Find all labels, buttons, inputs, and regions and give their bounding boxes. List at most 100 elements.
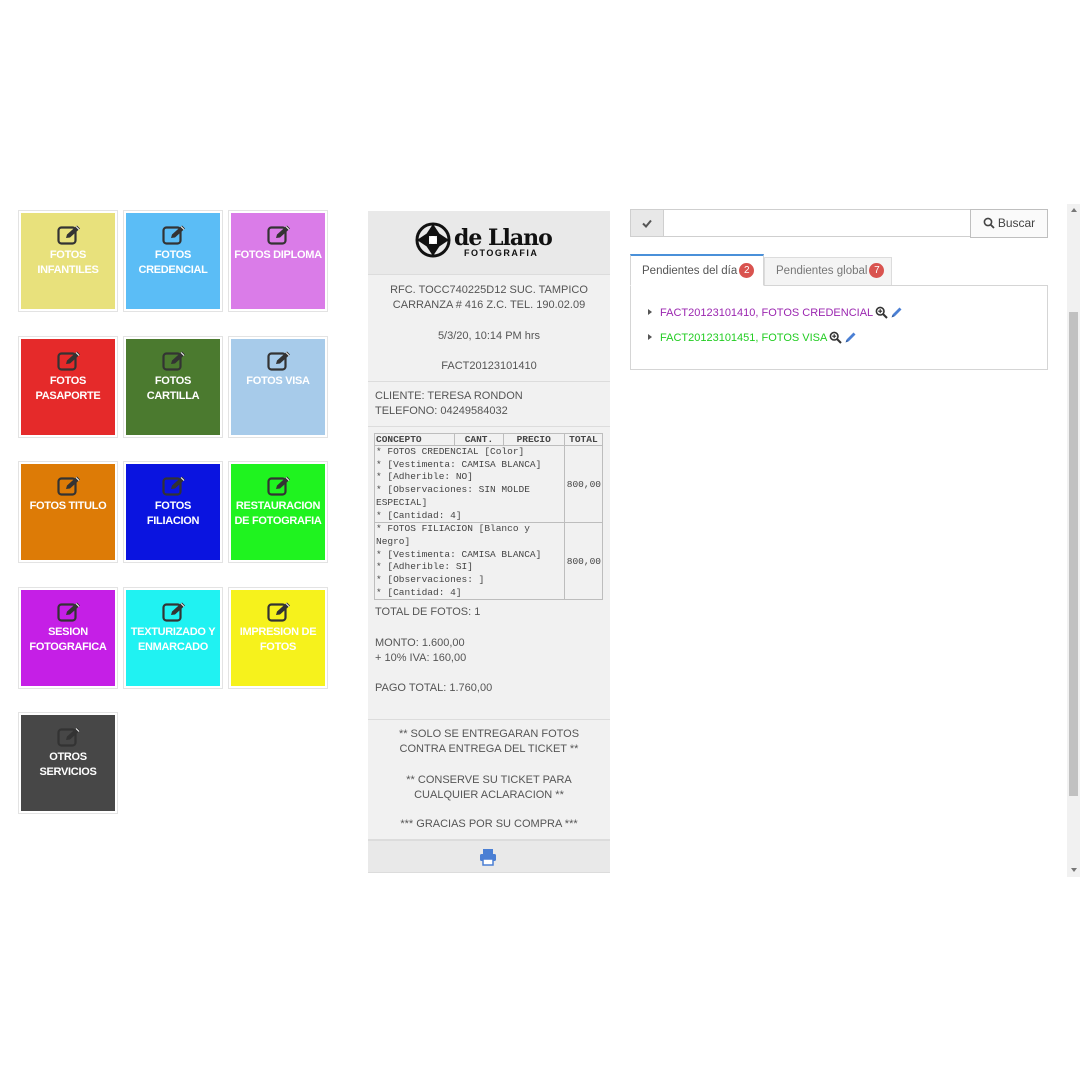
scrollbar-thumb[interactable] bbox=[1069, 312, 1078, 796]
service-tile[interactable]: FOTOS INFANTILES bbox=[19, 211, 117, 311]
search-button[interactable]: Buscar bbox=[970, 209, 1048, 238]
table-header-row: CONCEPTO CANT. PRECIO TOTAL bbox=[373, 433, 604, 446]
pencil-icon[interactable] bbox=[844, 331, 857, 344]
monto: MONTO: 1.600,00 bbox=[375, 637, 465, 649]
edit-icon bbox=[57, 224, 83, 246]
service-tile[interactable]: IMPRESION DE FOTOS bbox=[229, 587, 327, 688]
table-row: * FOTOS FILIACION [Blanco y Negro] * [Ves… bbox=[374, 522, 604, 601]
item-line: * [Observaciones: ] bbox=[376, 574, 485, 586]
header-concepto: CONCEPTO bbox=[373, 433, 456, 446]
scroll-down-arrow[interactable] bbox=[1071, 868, 1077, 872]
print-icon[interactable] bbox=[479, 848, 497, 866]
item-line: * [Adherible: NO] bbox=[376, 471, 473, 483]
zoom-icon[interactable] bbox=[875, 306, 888, 319]
edit-icon bbox=[162, 350, 188, 372]
delivery-note: ** SOLO SE ENTREGARAN FOTOS CONTRA ENTRE… bbox=[398, 728, 580, 755]
search-button-label: Buscar bbox=[997, 216, 1036, 230]
count-badge: 2 bbox=[739, 263, 755, 278]
edit-icon bbox=[162, 601, 188, 623]
pending-item-text[interactable]: FACT20123101410, FOTOS CREDENCIAL bbox=[660, 307, 873, 319]
count-badge: 7 bbox=[869, 263, 885, 278]
service-label: SESION FOTOGRAFICA bbox=[29, 625, 107, 653]
scroll-up-arrow[interactable] bbox=[1071, 208, 1077, 212]
item-description: * FOTOS CREDENCIAL [Color] * [Vestimenta:… bbox=[374, 444, 565, 524]
service-label: FOTOS PASAPORTE bbox=[35, 374, 101, 402]
service-label: OTROS SERVICIOS bbox=[39, 751, 97, 778]
ticket-folio: FACT20123101410 bbox=[441, 360, 537, 372]
item-line: * [Adherible: SI] bbox=[376, 561, 473, 573]
edit-icon bbox=[57, 726, 83, 748]
zoom-icon[interactable] bbox=[829, 331, 843, 344]
brand-subtitle: FOTOGRAFIA bbox=[464, 248, 539, 258]
edit-icon bbox=[57, 475, 83, 497]
edit-icon bbox=[57, 601, 83, 623]
edit-icon bbox=[267, 601, 293, 623]
service-tile[interactable]: TEXTURIZADO Y ENMARCADO bbox=[124, 587, 222, 688]
edit-icon bbox=[267, 224, 293, 246]
pencil-icon[interactable] bbox=[890, 306, 903, 319]
service-label: FOTOS TITULO bbox=[29, 500, 107, 512]
client-name: CLIENTE: TERESA RONDON bbox=[375, 390, 523, 402]
print-bar bbox=[368, 840, 610, 873]
service-tile[interactable]: FOTOS TITULO bbox=[19, 462, 117, 562]
search-input[interactable] bbox=[664, 209, 971, 237]
check-button[interactable] bbox=[630, 209, 664, 237]
edit-icon bbox=[162, 475, 188, 497]
tab-label: Pendientes global bbox=[776, 265, 868, 277]
check-icon bbox=[642, 219, 652, 228]
search-icon bbox=[983, 217, 995, 229]
header-precio: PRECIO bbox=[502, 433, 565, 446]
header-total: TOTAL bbox=[563, 433, 604, 446]
pago-total: PAGO TOTAL: 1.760,00 bbox=[375, 682, 493, 694]
service-tile[interactable]: FOTOS CARTILLA bbox=[124, 336, 222, 437]
ticket-header: RFC. TOCC740225D12 SUC. TAMPICO CARRANZA… bbox=[368, 275, 610, 382]
item-total: 800,00 bbox=[563, 522, 604, 601]
ticket-datetime: 5/3/20, 10:14 PM hrs bbox=[437, 330, 541, 342]
pending-list: FACT20123101410, FOTOS CREDENCIAL FACT201… bbox=[630, 285, 1048, 370]
pending-item-text[interactable]: FACT20123101451, FOTOS VISA bbox=[660, 332, 827, 344]
service-tile[interactable]: OTROS SERVICIOS bbox=[19, 713, 117, 813]
service-tile[interactable]: FOTOS CREDENCIAL bbox=[124, 211, 222, 311]
service-tile[interactable]: FOTOS DIPLOMA bbox=[229, 211, 327, 311]
service-label: FOTOS FILIACION bbox=[146, 500, 200, 527]
camera-shutter-logo bbox=[415, 222, 451, 258]
service-label: IMPRESION DE FOTOS bbox=[239, 625, 317, 653]
service-tile[interactable]: FOTOS FILIACION bbox=[124, 462, 222, 562]
ticket-logo: de Llano FOTOGRAFIA bbox=[368, 211, 610, 275]
edit-icon bbox=[162, 224, 188, 246]
service-tile[interactable]: SESION FOTOGRAFICA bbox=[19, 587, 117, 688]
edit-icon bbox=[267, 350, 293, 372]
list-item[interactable]: FACT20123101410, FOTOS CREDENCIAL bbox=[648, 306, 903, 319]
service-tile[interactable]: FOTOS VISA bbox=[229, 336, 327, 437]
tab-pendientes-global[interactable]: Pendientes global 7 bbox=[764, 257, 892, 286]
edit-icon bbox=[57, 350, 83, 372]
items-table: CONCEPTO CANT. PRECIO TOTAL * FOTOS CRED… bbox=[373, 433, 604, 601]
item-line: * FOTOS FILIACION [Blanco y Negro] bbox=[376, 523, 530, 547]
client-info: CLIENTE: TERESA RONDON TELEFONO: 0424958… bbox=[368, 382, 610, 427]
service-tile[interactable]: FOTOS PASAPORTE bbox=[19, 336, 117, 437]
tab-label: Pendientes del día bbox=[642, 265, 738, 277]
list-item[interactable]: FACT20123101451, FOTOS VISA bbox=[648, 331, 857, 344]
address-line: CARRANZA # 416 Z.C. TEL. 190.02.09 bbox=[392, 299, 586, 311]
service-label: FOTOS CARTILLA bbox=[146, 374, 200, 402]
item-line: * [Cantidad: 4] bbox=[376, 509, 462, 521]
service-label: FOTOS DIPLOMA bbox=[234, 249, 322, 261]
tab-pendientes-dia[interactable]: Pendientes del día 2 bbox=[630, 254, 764, 286]
service-tile[interactable]: RESTAURACION DE FOTOGRAFIA bbox=[229, 462, 327, 562]
ticket: de Llano FOTOGRAFIA RFC. TOCC740225D12 S… bbox=[368, 211, 610, 873]
client-phone: TELEFONO: 04249584032 bbox=[375, 405, 508, 417]
service-label: FOTOS CREDENCIAL bbox=[138, 249, 208, 276]
caret-icon[interactable] bbox=[648, 334, 652, 340]
iva: + 10% IVA: 160,00 bbox=[375, 652, 467, 664]
item-total: 800,00 bbox=[563, 444, 604, 524]
scrollbar[interactable] bbox=[1067, 204, 1080, 877]
header-cant: CANT. bbox=[454, 433, 504, 446]
service-label: FOTOS VISA bbox=[246, 374, 310, 387]
keep-ticket-note: ** CONSERVE SU TICKET PARA CUALQUIER ACL… bbox=[406, 774, 572, 801]
caret-icon[interactable] bbox=[648, 309, 652, 315]
service-label: RESTAURACION DE FOTOGRAFIA bbox=[234, 500, 322, 527]
edit-icon bbox=[267, 475, 293, 497]
table-row: * FOTOS CREDENCIAL [Color] * [Vestimenta:… bbox=[374, 444, 604, 524]
item-line: * [Vestimenta: CAMISA BLANCA] bbox=[376, 458, 542, 470]
thanks-note: *** GRACIAS POR SU COMPRA *** bbox=[400, 818, 578, 830]
